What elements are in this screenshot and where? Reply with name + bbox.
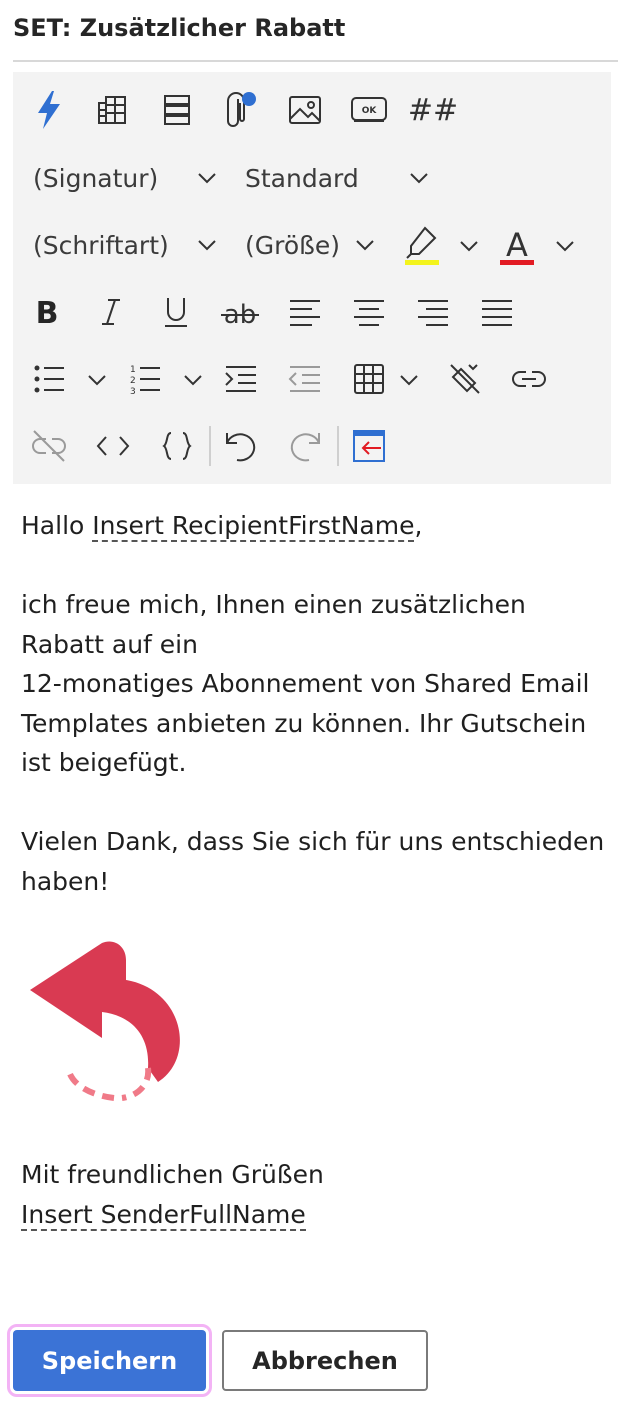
greeting-text: Hallo xyxy=(21,511,93,540)
signature-dropdown-label: (Signatur) xyxy=(33,163,159,193)
link-icon[interactable] xyxy=(505,355,553,403)
svg-text:2: 2 xyxy=(130,376,136,386)
hashtag-icon[interactable]: ## xyxy=(408,86,458,134)
chevron-down-icon xyxy=(356,240,374,251)
closing-line: Mit freundlichen Grüßen xyxy=(21,1160,324,1189)
chevron-down-icon xyxy=(410,173,428,184)
italic-icon[interactable] xyxy=(87,288,135,336)
numbered-list-icon[interactable]: 123 xyxy=(121,355,169,403)
font-family-dropdown[interactable]: (Schriftart) xyxy=(33,221,223,269)
recipient-placeholder[interactable]: Insert RecipientFirstName xyxy=(92,511,415,542)
ok-button-icon[interactable]: OK xyxy=(345,86,393,134)
signature-dropdown[interactable]: (Signatur) xyxy=(33,154,223,202)
size-dropdown-label: (Größe) xyxy=(245,230,341,260)
svg-text:OK: OK xyxy=(362,106,378,116)
cancel-button[interactable]: Abbrechen xyxy=(222,1330,428,1391)
body-line: ist beigefügt. xyxy=(21,748,187,777)
body-line: 12-monatiges Abonnement von Shared Email xyxy=(21,669,590,698)
sender-line: Insert SenderFullName xyxy=(21,1195,601,1235)
thanks-line: haben! xyxy=(21,866,110,896)
svg-text:B: B xyxy=(36,296,59,328)
body-line: ich freue mich, Ihnen einen zusätzlichen xyxy=(21,590,526,619)
chevron-down-icon xyxy=(198,173,216,184)
svg-text:A: A xyxy=(506,226,528,264)
highlight-chevron-icon[interactable] xyxy=(459,240,479,252)
greeting-comma: , xyxy=(414,511,423,540)
unlink-icon[interactable] xyxy=(25,422,73,470)
justify-icon[interactable] xyxy=(473,288,521,336)
table-grid-icon[interactable] xyxy=(88,86,136,134)
signature-block[interactable]: Mit freundlichen Grüßen Insert SenderFul… xyxy=(21,1155,601,1234)
insert-template-icon[interactable] xyxy=(345,422,393,470)
bulleted-list-icon[interactable] xyxy=(25,355,73,403)
strikethrough-icon[interactable]: ab xyxy=(216,288,264,336)
align-center-icon[interactable] xyxy=(345,288,393,336)
list-layout-icon[interactable] xyxy=(153,86,201,134)
body-line: Templates anbieten zu können. Ihr Gutsch… xyxy=(21,708,587,738)
align-left-icon[interactable] xyxy=(281,288,329,336)
align-right-icon[interactable] xyxy=(409,288,457,336)
save-button[interactable]: Speichern xyxy=(7,1324,212,1397)
toolbar-row-text-style: B ab xyxy=(13,282,611,342)
bold-icon[interactable]: B xyxy=(23,288,71,336)
curved-arrow-back-icon xyxy=(26,938,186,1108)
indent-icon[interactable] xyxy=(217,355,265,403)
svg-text:1: 1 xyxy=(130,365,136,375)
toolbar-row-history xyxy=(13,416,611,476)
undo-icon[interactable] xyxy=(217,422,265,470)
toolbar-separator xyxy=(337,426,339,466)
paragraph-style-dropdown[interactable]: Standard xyxy=(245,154,435,202)
insert-table-chevron-icon[interactable] xyxy=(399,374,419,386)
insert-table-icon[interactable] xyxy=(345,355,393,403)
code-view-icon[interactable] xyxy=(89,422,137,470)
outdent-icon[interactable] xyxy=(281,355,329,403)
font-color-chevron-icon[interactable] xyxy=(555,240,575,252)
body-line: Rabatt auf ein xyxy=(21,629,198,659)
curly-braces-icon[interactable] xyxy=(153,422,201,470)
lightning-icon[interactable] xyxy=(25,86,73,134)
style-dropdown-label: Standard xyxy=(245,163,359,193)
greeting-line: Hallo Insert RecipientFirstName, xyxy=(21,506,601,546)
chevron-down-icon xyxy=(198,240,216,251)
font-color-button[interactable]: A xyxy=(493,221,541,269)
toolbar-row-font: (Schriftart) (Größe) A xyxy=(13,215,611,275)
toolbar-row-lists: 123 xyxy=(13,349,611,409)
thanks-line: Vielen Dank, dass Sie sich für uns entsc… xyxy=(21,827,605,856)
font-dropdown-label: (Schriftart) xyxy=(33,230,169,260)
page-title: SET: Zusätzlicher Rabatt xyxy=(13,14,346,42)
numbered-list-chevron-icon[interactable] xyxy=(183,374,203,386)
attachment-icon[interactable] xyxy=(217,86,265,134)
svg-text:3: 3 xyxy=(130,387,136,395)
underline-icon[interactable] xyxy=(152,288,200,336)
title-divider xyxy=(13,60,618,62)
toolbar-row-format: (Signatur) Standard xyxy=(13,148,611,208)
font-size-dropdown[interactable]: (Größe) xyxy=(245,221,379,269)
highlight-color-button[interactable] xyxy=(397,221,445,269)
clear-formatting-icon[interactable] xyxy=(441,355,489,403)
image-icon[interactable] xyxy=(281,86,329,134)
redo-icon[interactable] xyxy=(281,422,329,470)
email-body-editor[interactable]: Hallo Insert RecipientFirstName, ich fre… xyxy=(21,506,605,901)
sender-placeholder[interactable]: Insert SenderFullName xyxy=(21,1199,306,1231)
toolbar-separator xyxy=(209,426,211,466)
editor-toolbar: OK ## (Signatur) Standard (Schriftart) (… xyxy=(13,72,611,484)
toolbar-row-insert: OK ## xyxy=(13,80,611,140)
bulleted-list-chevron-icon[interactable] xyxy=(87,374,107,386)
